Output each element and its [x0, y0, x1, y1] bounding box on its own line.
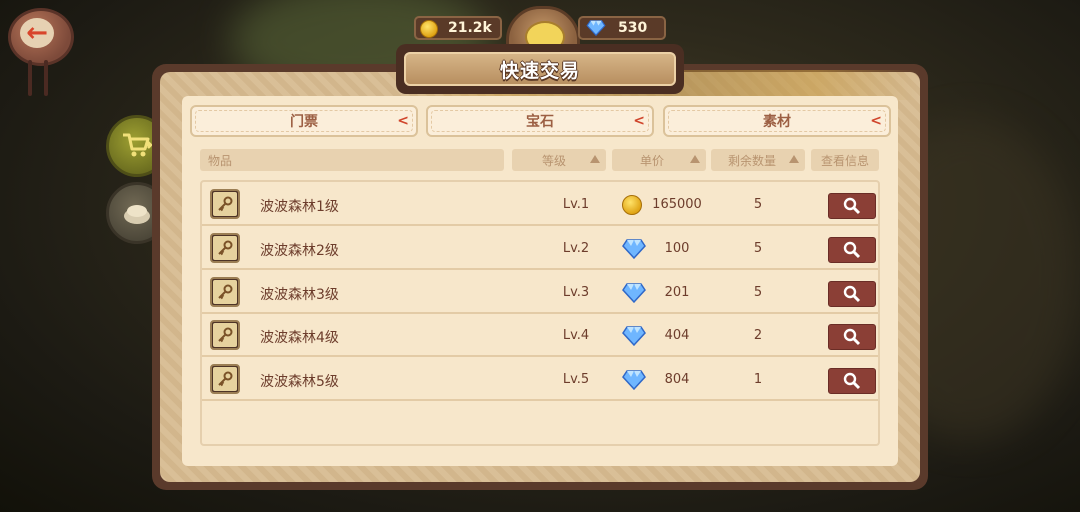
- sort-arrow-icon: [590, 155, 600, 163]
- item-remaining: 5: [753, 197, 763, 212]
- item-price: 100: [664, 241, 690, 256]
- search-icon: [843, 241, 861, 259]
- view-info-button[interactable]: [828, 237, 876, 263]
- item-name: 波波森林3级: [260, 287, 339, 303]
- gem-counter: 530: [578, 16, 666, 40]
- chevron-left-icon: <: [870, 113, 882, 129]
- sort-arrow-icon: [690, 155, 700, 163]
- diamond-icon: [622, 283, 646, 307]
- backpack-icon: [124, 205, 150, 224]
- search-icon: [843, 328, 861, 346]
- diamond-icon: [622, 370, 646, 394]
- column-header-remaining[interactable]: 剩余数量: [711, 149, 805, 171]
- search-icon: [843, 372, 861, 390]
- item-remaining: 5: [753, 285, 763, 300]
- table-row[interactable]: 波波森林1级 Lv.1 165000 5: [202, 184, 878, 226]
- item-slot: [210, 320, 240, 350]
- item-slot: [210, 233, 240, 263]
- item-remaining: 2: [753, 328, 763, 343]
- key-icon: [218, 196, 233, 212]
- tab-gems[interactable]: 宝石 <: [426, 105, 654, 137]
- coin-counter: 21.2k: [414, 16, 502, 40]
- shop-cart-icon: [123, 133, 153, 157]
- item-remaining: 1: [753, 372, 763, 387]
- sign-leg: [44, 60, 48, 96]
- table-row[interactable]: 波波森林4级 Lv.4 404 2: [202, 315, 878, 357]
- diamond-icon: [622, 326, 646, 350]
- column-header-item: 物品: [200, 149, 504, 171]
- item-slot: [210, 364, 240, 394]
- view-info-button[interactable]: [828, 281, 876, 307]
- diamond-icon: [586, 20, 606, 36]
- diamond-icon: [622, 239, 646, 263]
- column-header-view: 查看信息: [811, 149, 879, 171]
- item-price: 404: [664, 328, 690, 343]
- search-icon: [843, 285, 861, 303]
- coin-amount: 21.2k: [448, 20, 492, 36]
- view-info-button[interactable]: [828, 193, 876, 219]
- sort-arrow-icon: [789, 155, 799, 163]
- table-row[interactable]: 波波森林2级 Lv.2 100 5: [202, 228, 878, 270]
- gem-amount: 530: [618, 20, 648, 36]
- key-icon: [218, 284, 233, 300]
- item-slot: [210, 277, 240, 307]
- item-price: 165000: [652, 197, 702, 212]
- page-title: 快速交易: [499, 59, 580, 82]
- key-icon: [218, 327, 233, 343]
- search-icon: [843, 197, 861, 215]
- sign-leg: [28, 60, 32, 96]
- item-price: 201: [664, 285, 690, 300]
- tab-tickets[interactable]: 门票 <: [190, 105, 418, 137]
- item-level: Lv.1: [562, 197, 590, 212]
- view-info-button[interactable]: [828, 368, 876, 394]
- item-level: Lv.5: [562, 372, 590, 387]
- coin-icon: [622, 195, 642, 215]
- key-icon: [218, 240, 233, 256]
- column-header-price[interactable]: 单价: [612, 149, 706, 171]
- item-level: Lv.2: [562, 241, 590, 256]
- chevron-left-icon: <: [397, 113, 409, 129]
- tab-materials[interactable]: 素材 <: [663, 105, 891, 137]
- item-level: Lv.4: [562, 328, 590, 343]
- table-row[interactable]: 波波森林5级 Lv.5 804 1: [202, 359, 878, 401]
- item-name: 波波森林1级: [260, 199, 339, 215]
- coin-icon: [420, 20, 438, 38]
- back-button[interactable]: ←: [6, 4, 74, 96]
- item-name: 波波森林5级: [260, 374, 339, 390]
- item-remaining: 5: [753, 241, 763, 256]
- view-info-button[interactable]: [828, 324, 876, 350]
- item-level: Lv.3: [562, 285, 590, 300]
- title-plate: 快速交易: [396, 44, 684, 94]
- chevron-left-icon: <: [633, 113, 645, 129]
- back-arrow-icon: ←: [20, 18, 54, 48]
- item-name: 波波森林2级: [260, 243, 339, 259]
- item-name: 波波森林4级: [260, 330, 339, 346]
- table-row[interactable]: 波波森林3级 Lv.3 201 5: [202, 272, 878, 314]
- item-price: 804: [664, 372, 690, 387]
- item-slot: [210, 189, 240, 219]
- column-header-level[interactable]: 等级: [512, 149, 606, 171]
- key-icon: [218, 371, 233, 387]
